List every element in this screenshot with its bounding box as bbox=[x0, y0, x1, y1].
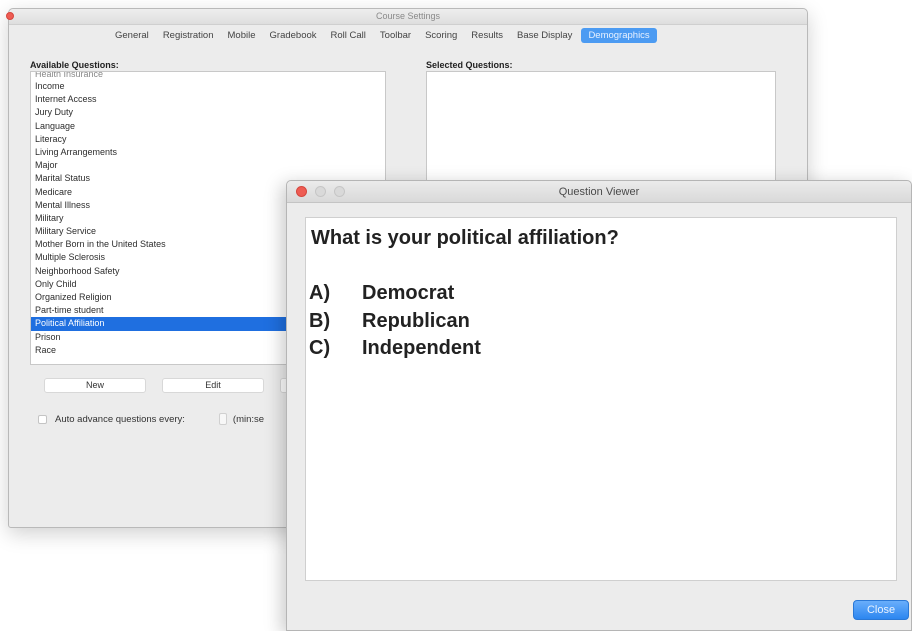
answer-text: Democrat bbox=[362, 282, 455, 304]
viewer-window-title: Question Viewer bbox=[558, 186, 640, 198]
tab-mobile[interactable]: Mobile bbox=[221, 28, 263, 43]
auto-advance-label: Auto advance questions every: bbox=[55, 413, 185, 425]
answer-letter: C) bbox=[309, 337, 331, 359]
tab-registration[interactable]: Registration bbox=[156, 28, 221, 43]
answer-option: A) Democrat bbox=[309, 280, 481, 308]
viewer-titlebar: Question Viewer bbox=[287, 181, 911, 203]
tab-results[interactable]: Results bbox=[464, 28, 510, 43]
settings-window-title: Course Settings bbox=[375, 11, 441, 21]
settings-titlebar: Course Settings bbox=[6, 9, 807, 25]
auto-advance-unit-label: (min:se bbox=[232, 413, 265, 425]
list-item[interactable]: Language bbox=[31, 120, 385, 133]
answer-option: B) Republican bbox=[309, 308, 481, 336]
tab-scoring[interactable]: Scoring bbox=[418, 28, 464, 43]
list-item[interactable]: Health Insurance bbox=[31, 72, 385, 80]
answer-option: C) Independent bbox=[309, 335, 481, 363]
edit-question-button[interactable]: Edit bbox=[162, 378, 264, 393]
tab-base-display[interactable]: Base Display bbox=[510, 28, 579, 43]
available-questions-label: Available Questions: bbox=[30, 60, 119, 70]
tab-gradebook[interactable]: Gradebook bbox=[263, 28, 324, 43]
close-button[interactable]: Close bbox=[853, 600, 909, 620]
list-item[interactable]: Jury Duty bbox=[31, 106, 385, 119]
answer-text: Independent bbox=[362, 337, 481, 359]
auto-advance-time-field[interactable] bbox=[189, 413, 215, 425]
tab-demographics[interactable]: Demographics bbox=[581, 27, 657, 43]
answer-letter: A) bbox=[309, 282, 331, 304]
auto-advance-row: Auto advance questions every: (min:se bbox=[38, 413, 264, 425]
settings-tab-bar: General Registration Mobile Gradebook Roll C… bbox=[108, 26, 657, 44]
new-question-button[interactable]: New bbox=[44, 378, 146, 393]
list-item[interactable]: Income bbox=[31, 80, 385, 93]
answer-list: A) Democrat B) Republican C) Independent bbox=[309, 280, 481, 363]
auto-advance-stepper[interactable] bbox=[218, 413, 227, 425]
tab-toolbar[interactable]: Toolbar bbox=[373, 28, 418, 43]
list-item[interactable]: Living Arrangements bbox=[31, 146, 385, 159]
question-text: What is your political affiliation? bbox=[311, 227, 619, 249]
tab-roll-call[interactable]: Roll Call bbox=[324, 28, 373, 43]
list-item[interactable]: Literacy bbox=[31, 133, 385, 146]
list-item[interactable]: Major bbox=[31, 159, 385, 172]
answer-text: Republican bbox=[362, 309, 470, 332]
answer-letter: B) bbox=[309, 309, 331, 332]
question-viewer-window: Question Viewer What is your political a… bbox=[286, 180, 912, 631]
list-item[interactable]: Internet Access bbox=[31, 93, 385, 106]
selected-questions-label: Selected Questions: bbox=[426, 60, 513, 70]
auto-advance-checkbox[interactable] bbox=[38, 414, 47, 424]
question-display-panel: What is your political affiliation? A) De… bbox=[305, 217, 897, 581]
tab-general[interactable]: General bbox=[108, 28, 156, 43]
